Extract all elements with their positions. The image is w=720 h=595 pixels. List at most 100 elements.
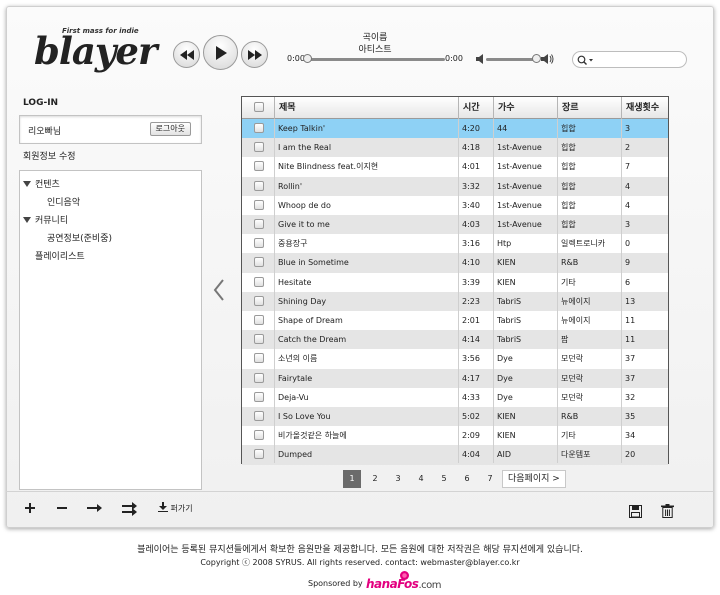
- sponsor-logo[interactable]: hanaFos.com: [366, 571, 446, 593]
- artist-cell: KIEN: [497, 412, 516, 421]
- duration-cell: 4:33: [462, 392, 480, 402]
- previous-button[interactable]: [173, 41, 200, 68]
- table-row[interactable]: Fairytale 4:17 Dye 모던락 37: [242, 368, 668, 388]
- table-row[interactable]: Blue in Sometime 4:10 KIEN R&B 9: [242, 253, 668, 273]
- row-checkbox[interactable]: [254, 180, 264, 191]
- table-row[interactable]: Rollin' 3:32 1st-Avenue 힙합 4: [242, 176, 668, 196]
- play-button[interactable]: [203, 35, 238, 70]
- table-row[interactable]: I So Love You 5:02 KIEN R&B 35: [242, 407, 668, 427]
- column-genre[interactable]: 장르: [557, 97, 621, 119]
- artist-cell: KIEN: [497, 431, 516, 441]
- table-row[interactable]: Deja-Vu 4:33 Dye 모던락 32: [242, 387, 668, 407]
- expand-triangle-icon[interactable]: [23, 217, 31, 223]
- play-count-cell: 37: [625, 373, 636, 383]
- title-cell: Hesitate: [278, 277, 312, 287]
- table-row[interactable]: I am the Real 4:18 1st-Avenue 힙합 2: [242, 138, 668, 158]
- row-checkbox[interactable]: [254, 391, 264, 402]
- artist-cell: 1st-Avenue: [497, 162, 542, 172]
- genre-cell: 뉴에이지: [561, 316, 591, 325]
- row-checkbox[interactable]: [254, 372, 264, 383]
- page-4-button[interactable]: 4: [412, 470, 430, 488]
- row-checkbox[interactable]: [254, 142, 264, 153]
- share-button[interactable]: 퍼가기: [158, 502, 193, 514]
- download-icon: [158, 502, 168, 512]
- tree-item-playlist[interactable]: 플레이리스트: [35, 249, 85, 262]
- duration-cell: 2:23: [462, 296, 480, 306]
- save-icon[interactable]: [629, 505, 642, 518]
- row-checkbox[interactable]: [254, 411, 264, 421]
- genre-cell: 뉴에이지: [561, 296, 591, 306]
- row-checkbox[interactable]: [254, 257, 264, 268]
- table-row[interactable]: 중용장구 3:16 Htp 일렉트로니카 0: [242, 234, 668, 254]
- play-count-cell: 6: [625, 277, 631, 287]
- table-row[interactable]: 비가올것같은 하늘에 2:09 KIEN 기타 34: [242, 426, 668, 446]
- member-edit-link[interactable]: 회원정보 수정: [23, 149, 76, 162]
- search-box[interactable]: [572, 51, 687, 68]
- artist-cell: Dye: [497, 392, 513, 402]
- trash-icon[interactable]: [661, 504, 674, 518]
- table-row[interactable]: Keep Talkin' 4:20 44 힙합 3: [242, 119, 668, 139]
- column-play-count[interactable]: 재생횟수: [621, 97, 668, 119]
- genre-cell: 팝: [561, 335, 569, 345]
- row-checkbox[interactable]: [254, 238, 264, 249]
- add-icon[interactable]: [24, 502, 36, 514]
- column-artist[interactable]: 가수: [493, 97, 557, 119]
- expand-triangle-icon[interactable]: [23, 181, 31, 187]
- page-2-button[interactable]: 2: [366, 470, 384, 488]
- row-checkbox[interactable]: [254, 353, 264, 364]
- progress-handle[interactable]: [303, 54, 312, 63]
- remove-icon[interactable]: [56, 502, 68, 514]
- column-title[interactable]: 제목: [274, 97, 458, 119]
- artist-cell: TabriS: [497, 335, 522, 345]
- column-duration[interactable]: 시간: [458, 97, 493, 119]
- row-checkbox[interactable]: [254, 315, 264, 325]
- table-row[interactable]: Hesitate 3:39 KIEN 기타 6: [242, 272, 668, 292]
- row-checkbox[interactable]: [254, 161, 264, 172]
- song-artist: 아티스트: [358, 45, 392, 55]
- shuffle-arrows-icon[interactable]: [122, 502, 138, 516]
- row-checkbox[interactable]: [254, 295, 264, 306]
- tree-item-community[interactable]: 커뮤니티: [23, 213, 68, 226]
- title-cell: Dumped: [278, 450, 313, 460]
- table-row[interactable]: Shape of Dream 2:01 TabriS 뉴에이지 11: [242, 311, 668, 331]
- table-row[interactable]: Dumped 4:04 AID 다운템포 20: [242, 445, 668, 465]
- logout-button[interactable]: 로그아웃: [149, 122, 191, 136]
- play-count-cell: 13: [625, 296, 636, 306]
- row-checkbox[interactable]: [254, 219, 264, 229]
- table-row[interactable]: Whoop de do 3:40 1st-Avenue 힙합 4: [242, 195, 668, 215]
- row-checkbox[interactable]: [254, 199, 264, 210]
- move-arrow-icon[interactable]: [87, 502, 103, 514]
- table-row[interactable]: Catch the Dream 4:14 TabriS 팝 11: [242, 330, 668, 350]
- row-checkbox[interactable]: [254, 276, 264, 287]
- page-5-button[interactable]: 5: [435, 470, 453, 488]
- tree-item-contents[interactable]: 컨텐츠: [23, 177, 60, 190]
- page-6-button[interactable]: 6: [458, 470, 476, 488]
- row-checkbox[interactable]: [254, 123, 264, 133]
- next-page-button[interactable]: 다음페이지 >: [502, 470, 566, 488]
- title-cell: 소년의 이름: [278, 354, 318, 364]
- artist-cell: 1st-Avenue: [497, 200, 542, 210]
- tree-item-concert-info[interactable]: 공연정보(준비중): [47, 231, 112, 244]
- page-7-button[interactable]: 7: [481, 470, 499, 488]
- table-row[interactable]: Give it to me 4:03 1st-Avenue 힙합 3: [242, 215, 668, 235]
- title-cell: Keep Talkin': [278, 124, 326, 133]
- logo-wordmark: blayer: [34, 29, 157, 73]
- table-row[interactable]: Nite Blindness feat.이지현 4:01 1st-Avenue 힙합 7: [242, 157, 668, 177]
- duration-cell: 4:10: [462, 258, 480, 268]
- blayer-logo[interactable]: First mass for indie blayer: [34, 25, 157, 75]
- title-cell: Rollin': [278, 181, 303, 191]
- volume-high-icon[interactable]: [540, 53, 554, 65]
- select-all-checkbox[interactable]: [254, 102, 264, 112]
- tree-item-indie-music[interactable]: 인디음악: [47, 195, 80, 208]
- table-row[interactable]: Shining Day 2:23 TabriS 뉴에이지 13: [242, 291, 668, 311]
- collapse-panel-arrow-icon[interactable]: [212, 278, 226, 302]
- row-checkbox[interactable]: [254, 449, 264, 460]
- table-row[interactable]: 소년의 이름 3:56 Dye 모던락 37: [242, 349, 668, 369]
- page-3-button[interactable]: 3: [389, 470, 407, 488]
- row-checkbox[interactable]: [254, 334, 264, 345]
- row-checkbox[interactable]: [254, 430, 264, 441]
- next-button[interactable]: [241, 41, 268, 68]
- progress-track[interactable]: [307, 58, 445, 61]
- page-1-button[interactable]: 1: [343, 470, 361, 488]
- duration-cell: 3:16: [462, 239, 480, 249]
